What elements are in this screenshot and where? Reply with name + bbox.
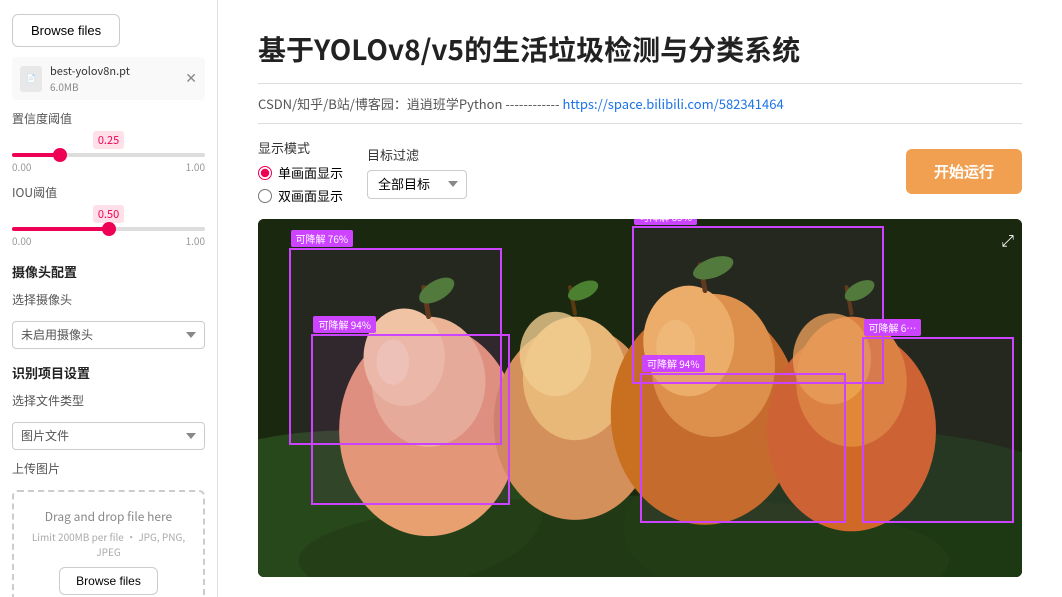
iou-label: IOU阈值 (12, 184, 205, 201)
confidence-label: 置信度阈值 (12, 110, 205, 127)
filetype-label: 选择文件类型 (12, 392, 205, 409)
upload-label: 上传图片 (12, 460, 205, 477)
file-icon: 📄 (20, 66, 42, 92)
browse-files-button-2[interactable]: Browse files (59, 567, 158, 595)
det-label-3: 可降解 85% (634, 219, 697, 225)
detection-section-title: 识别项目设置 (12, 363, 205, 382)
det-label-4: 可降解 94% (642, 355, 705, 372)
det-label-2: 可降解 94% (313, 316, 376, 333)
target-filter-select[interactable]: 全部目标 (367, 170, 467, 199)
iou-value: 0.50 (93, 205, 124, 223)
subtitle-row: CSDN/知乎/B站/博客园：逍逍班学Python ------------ h… (258, 83, 1022, 124)
pear-scene: 可降解 76% 可降解 94% 可降解 85% 可降解 94% 可降解 6… (258, 219, 1022, 577)
sidebar: Browse files 📄 best-yolov8n.pt 6.0MB ✕ 置… (0, 0, 218, 597)
camera-section-title: 摄像头配置 (12, 262, 205, 281)
detection-box-4: 可降解 94% (640, 373, 846, 523)
confidence-thumb[interactable] (53, 148, 67, 162)
confidence-max: 1.00 (186, 159, 205, 174)
radio-dual-label: 双画面显示 (278, 186, 343, 205)
subtitle-prefix: CSDN/知乎/B站/博客园：逍逍班学Python (258, 94, 502, 113)
radio-single[interactable]: 单画面显示 (258, 163, 343, 182)
iou-track (12, 227, 205, 231)
iou-section: IOU阈值 0.50 0.00 1.00 (12, 184, 205, 248)
target-filter-group: 目标过滤 全部目标 (367, 145, 467, 199)
confidence-track (12, 153, 205, 157)
iou-min: 0.00 (12, 233, 31, 248)
detection-box-5: 可降解 6… (862, 337, 1015, 523)
subtitle-separator: ------------ (505, 94, 559, 113)
uploaded-model-file: 📄 best-yolov8n.pt 6.0MB ✕ (12, 57, 205, 100)
det-label-5: 可降解 6… (864, 319, 922, 336)
main-content: 基于YOLOv8/v5的生活垃圾检测与分类系统 CSDN/知乎/B站/博客园：逍… (218, 0, 1062, 597)
camera-select[interactable]: 未启用摄像头 (12, 321, 205, 349)
controls-row: 显示模式 单画面显示 双画面显示 目标过滤 全部目标 开始运行 (258, 138, 1022, 205)
file-size: 6.0MB (50, 79, 177, 94)
display-mode-group: 显示模式 单画面显示 双画面显示 (258, 138, 343, 205)
bilibili-link[interactable]: https://space.bilibili.com/582341464 (562, 94, 783, 113)
target-filter-label: 目标过滤 (367, 145, 467, 164)
iou-fill (12, 227, 109, 231)
upload-limit: Limit 200MB per file • JPG, PNG, JPEG (24, 529, 193, 559)
radio-single-label: 单画面显示 (278, 163, 343, 182)
remove-file-button[interactable]: ✕ (185, 70, 197, 87)
det-label-1: 可降解 76% (291, 230, 354, 247)
radio-single-input[interactable] (258, 166, 272, 180)
upload-dropzone[interactable]: Drag and drop file here Limit 200MB per … (12, 490, 205, 597)
filetype-select[interactable]: 图片文件 (12, 422, 205, 450)
detection-image-container: ⤢ (258, 219, 1022, 577)
iou-thumb[interactable] (102, 222, 116, 236)
upload-drag-text: Drag and drop file here (24, 508, 193, 525)
iou-max: 1.00 (186, 233, 205, 248)
radio-dual[interactable]: 双画面显示 (258, 186, 343, 205)
radio-dual-input[interactable] (258, 189, 272, 203)
confidence-min: 0.00 (12, 159, 31, 174)
confidence-value: 0.25 (93, 131, 124, 149)
radio-group: 单画面显示 双画面显示 (258, 163, 343, 205)
run-button[interactable]: 开始运行 (906, 149, 1022, 194)
page-title: 基于YOLOv8/v5的生活垃圾检测与分类系统 (258, 30, 1022, 69)
file-name: best-yolov8n.pt (50, 63, 177, 79)
detection-box-2: 可降解 94% (311, 334, 510, 506)
file-info: best-yolov8n.pt 6.0MB (50, 63, 177, 94)
confidence-section: 置信度阈值 0.25 0.00 1.00 (12, 110, 205, 174)
camera-label: 选择摄像头 (12, 291, 205, 308)
confidence-range: 0.00 1.00 (12, 159, 205, 174)
browse-files-button[interactable]: Browse files (12, 14, 120, 47)
expand-icon[interactable]: ⤢ (1001, 227, 1014, 251)
display-mode-label: 显示模式 (258, 138, 343, 157)
